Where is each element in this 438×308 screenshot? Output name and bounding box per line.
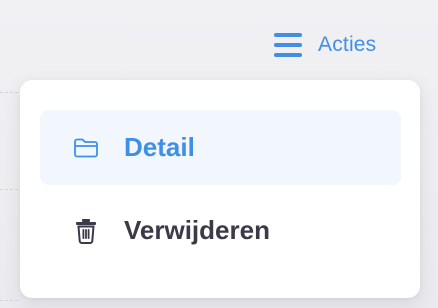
menu-item-detail[interactable]: Detail <box>40 110 401 185</box>
trash-icon <box>72 217 100 245</box>
menu-item-delete[interactable]: Verwijderen <box>40 193 401 268</box>
actions-button[interactable]: Acties <box>272 28 376 62</box>
background-divider <box>0 92 18 93</box>
background-divider <box>0 189 18 190</box>
actions-dropdown-menu: Detail Verwijderen <box>20 80 420 298</box>
menu-item-label: Verwijderen <box>124 215 270 245</box>
background-divider <box>0 300 18 301</box>
menu-lines-icon <box>272 29 304 61</box>
folder-icon <box>72 134 100 162</box>
actions-button-label: Acties <box>318 33 377 56</box>
menu-item-label: Detail <box>124 132 195 162</box>
